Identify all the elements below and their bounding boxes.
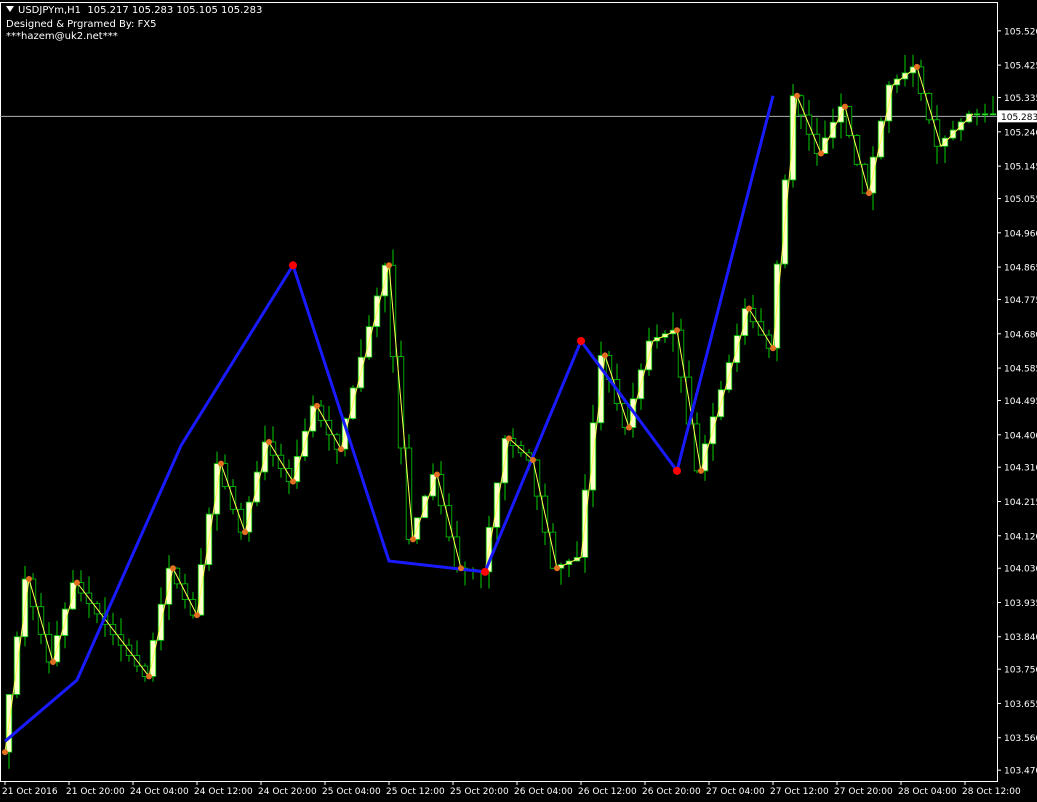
minor-pivot-dot [530,457,536,464]
email-line: ***hazem@uk2.net*** [6,31,118,42]
minor-pivot-dot [74,579,80,586]
x-tick-label: 27 Oct 20:00 [834,787,893,797]
minor-pivot-dot [338,446,344,453]
minor-pivot-dot [554,565,560,572]
y-tick-label: 104.495 [1004,397,1037,407]
y-tick-label: 104.775 [1004,296,1037,306]
major-pivot-dot [577,337,585,346]
y-tick-label: 103.560 [1004,734,1037,744]
minor-pivot-dot [770,345,776,352]
y-tick-label: 104.400 [1004,431,1037,441]
minor-pivot-dot [698,467,704,474]
current-price-label: 105.283 [1001,113,1037,123]
x-tick-label: 28 Oct 04:00 [898,787,957,797]
minor-pivot-dot [290,478,296,485]
minor-pivot-dot [386,262,392,269]
minor-pivot-dot [242,529,248,536]
y-tick-label: 105.240 [1004,128,1037,138]
y-tick-label: 103.935 [1004,599,1037,609]
x-tick-label: 25 Oct 20:00 [450,787,509,797]
y-tick-label: 104.310 [1004,464,1037,474]
minor-pivot-dot [410,536,416,543]
y-tick-label: 104.865 [1004,264,1037,274]
minor-pivot-dot [506,435,512,442]
major-pivot-dot [673,466,681,475]
minor-pivot-dot [914,63,920,70]
x-tick-label: 28 Oct 12:00 [962,787,1021,797]
minor-pivot-dot [674,327,680,334]
y-tick-label: 104.215 [1004,498,1037,508]
minor-pivot-dot [434,471,440,478]
major-pivot-dot [481,567,489,576]
x-tick-label: 24 Oct 12:00 [194,787,253,797]
x-tick-label: 26 Oct 20:00 [642,787,701,797]
y-tick-label: 104.680 [1004,330,1037,340]
credit-line: Designed & Prgramed By: FX5 [6,19,157,30]
symbol-header: USDJPYm,H1 105.217 105.283 105.105 105.2… [6,5,262,17]
x-tick-label: 26 Oct 04:00 [514,787,573,797]
candle-body[interactable] [981,113,989,116]
minor-pivot-dot [746,305,752,312]
minor-pivot-dot [194,612,200,619]
y-tick-label: 104.585 [1004,365,1037,375]
minor-pivot-dot [218,460,224,467]
minor-pivot-dot [794,92,800,99]
minor-pivot-dot [626,424,632,431]
x-tick-label: 26 Oct 12:00 [578,787,637,797]
minor-pivot-dot [26,576,32,583]
x-tick-label: 21 Oct 2016 [2,787,58,797]
minor-pivot-dot [458,565,464,572]
y-tick-label: 104.120 [1004,532,1037,542]
major-pivot-dot [289,261,297,270]
x-tick-label: 27 Oct 04:00 [706,787,765,797]
y-tick-label: 104.960 [1004,229,1037,239]
x-tick-label: 24 Oct 04:00 [130,787,189,797]
y-tick-label: 105.145 [1004,163,1037,173]
y-tick-label: 105.055 [1004,195,1037,205]
minor-pivot-dot [170,565,176,572]
price-chart[interactable]: 105.520 105.425 105.335 105.240 105.145 105.0… [0,0,1037,802]
x-tick-label: 25 Oct 12:00 [386,787,445,797]
y-tick-label: 105.425 [1004,62,1037,72]
minor-pivot-dot [314,402,320,409]
minor-pivot-dot [866,190,872,197]
minor-pivot-dot [818,150,824,157]
minor-pivot-dot [2,749,8,756]
symbol-ohlc-text: USDJPYm,H1 105.217 105.283 105.105 105.2… [18,5,263,16]
minor-pivot-dot [602,352,608,359]
y-tick-label: 104.030 [1004,565,1037,575]
candle-body[interactable] [989,113,997,116]
minor-pivot-dot [266,438,272,445]
y-tick-label: 105.520 [1004,27,1037,37]
y-tick-label: 105.335 [1004,94,1037,104]
x-tick-label: 25 Oct 04:00 [322,787,381,797]
y-tick-label: 103.750 [1004,666,1037,676]
chevron-down-icon[interactable] [6,6,14,12]
minor-pivot-dot [50,658,56,665]
candle-body[interactable] [973,113,981,116]
minor-pivot-dot [146,673,152,680]
minor-pivot-dot [842,103,848,110]
x-tick-label: 24 Oct 20:00 [258,787,317,797]
y-tick-label: 103.470 [1004,767,1037,777]
x-tick-label: 21 Oct 20:00 [66,787,125,797]
x-tick-label: 27 Oct 12:00 [770,787,829,797]
y-tick-label: 103.655 [1004,700,1037,710]
y-tick-label: 103.840 [1004,633,1037,643]
